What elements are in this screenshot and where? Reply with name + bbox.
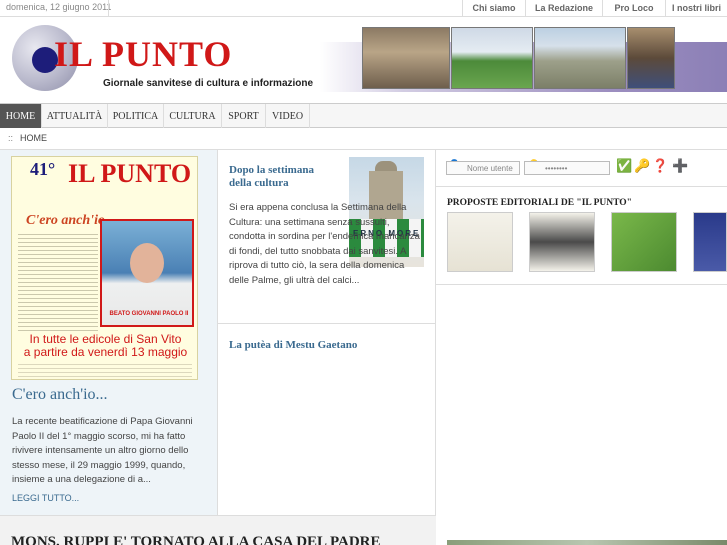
site-header: IL PUNTO Giornale sanvitese di cultura e… — [0, 17, 727, 103]
top-bar: domenica, 12 giugno 2011 Chi siamo La Re… — [0, 0, 727, 17]
nav-politica[interactable]: POLITICA — [108, 104, 164, 128]
sidebar: 👤 Nome utente 🔑 •••••••• ✅ 🔑 ❓ ➕ PROPOST… — [436, 150, 727, 515]
forgot-username-icon[interactable]: ❓ — [652, 158, 668, 174]
breadcrumb: :: HOME — [0, 128, 727, 150]
cover-photo: BEATO GIOVANNI PAOLO II — [100, 219, 194, 327]
news-headline-box: MONS. RUPPI E' TORNATO ALLA CASA DEL PAD… — [0, 515, 436, 545]
current-date: domenica, 12 giugno 2011 — [6, 2, 112, 12]
top-links: Chi siamo La Redazione Pro Loco I nostri… — [462, 0, 727, 17]
divider — [436, 186, 727, 187]
books-carousel — [447, 212, 727, 274]
pro-loco-link[interactable]: Pro Loco — [602, 0, 665, 17]
login-button-icon[interactable]: ✅ — [616, 158, 632, 174]
divider — [108, 0, 109, 17]
nav-video[interactable]: VIDEO — [266, 104, 310, 128]
cover-title: IL PUNTO — [68, 159, 192, 188]
nav-attualita[interactable]: ATTUALITÀ — [42, 104, 108, 128]
nav-cultura[interactable]: CULTURA — [164, 104, 222, 128]
header-photo-cave — [362, 27, 450, 89]
main-nav: HOME ATTUALITÀ POLITICA CULTURA SPORT VI… — [0, 103, 727, 128]
la-redazione-link[interactable]: La Redazione — [525, 0, 602, 17]
chi-siamo-link[interactable]: Chi siamo — [462, 0, 525, 17]
cover-photo-caption: BEATO GIOVANNI PAOLO II — [109, 311, 189, 317]
bottom-image — [447, 540, 727, 545]
bottom-image-area — [436, 515, 727, 545]
cover-text-block — [18, 231, 98, 331]
page: domenica, 12 giugno 2011 Chi siamo La Re… — [0, 0, 727, 545]
read-more-link[interactable]: LEGGI TUTTO... — [12, 493, 79, 503]
cover-banner-line2: a partire da venerdì 13 maggio — [23, 345, 188, 359]
divider — [218, 323, 435, 324]
articles-column: Dopo la settimana della cultura ERNO MOR… — [218, 150, 436, 515]
register-icon[interactable]: ➕ — [672, 158, 688, 174]
proposte-title: PROPOSTE EDITORIALI DE "IL PUNTO" — [447, 198, 632, 208]
article-title-2[interactable]: La putèa di Mestu Gaetano — [229, 339, 357, 351]
cover-footer-text — [18, 361, 192, 379]
featured-title[interactable]: C'ero anch'io... — [12, 386, 108, 404]
site-subtitle: Giornale sanvitese di cultura e informaz… — [103, 78, 314, 89]
featured-body: La recente beatificazione di Papa Giovan… — [12, 416, 193, 485]
magazine-cover[interactable]: 41° IL PUNTO C'ero anch'io... BEATO GIOV… — [11, 156, 198, 380]
login-form: 👤 Nome utente 🔑 •••••••• ✅ 🔑 ❓ ➕ — [446, 158, 726, 179]
header-photo-countryside — [451, 27, 533, 89]
headline[interactable]: MONS. RUPPI E' TORNATO ALLA CASA DEL PAD… — [11, 534, 381, 545]
breadcrumb-separator: :: — [8, 133, 14, 143]
nav-sport[interactable]: SPORT — [222, 104, 266, 128]
header-photo-landscape — [534, 27, 626, 89]
divider — [436, 284, 727, 285]
article-body: Si era appena conclusa la Settimana dell… — [229, 202, 420, 286]
book-cover[interactable] — [529, 212, 595, 272]
site-title[interactable]: IL PUNTO — [54, 33, 232, 75]
cover-portrait — [130, 243, 164, 283]
username-input[interactable]: Nome utente — [446, 161, 520, 175]
header-photo-people — [627, 27, 675, 89]
cover-issue-number: 41° — [30, 159, 56, 179]
book-cover[interactable] — [693, 212, 727, 272]
breadcrumb-home: HOME — [20, 133, 47, 143]
cover-banner: In tutte le edicole di San Vito a partir… — [12, 333, 197, 359]
book-cover[interactable] — [611, 212, 677, 272]
featured-column: 41° IL PUNTO C'ero anch'io... BEATO GIOV… — [0, 150, 218, 515]
i-nostri-libri-link[interactable]: I nostri libri — [665, 0, 727, 17]
book-cover[interactable] — [447, 212, 513, 272]
article-title[interactable]: Dopo la settimana della cultura — [229, 164, 339, 190]
forgot-password-icon[interactable]: 🔑 — [634, 158, 650, 174]
nav-home[interactable]: HOME — [0, 104, 42, 128]
password-input[interactable]: •••••••• — [524, 161, 610, 175]
